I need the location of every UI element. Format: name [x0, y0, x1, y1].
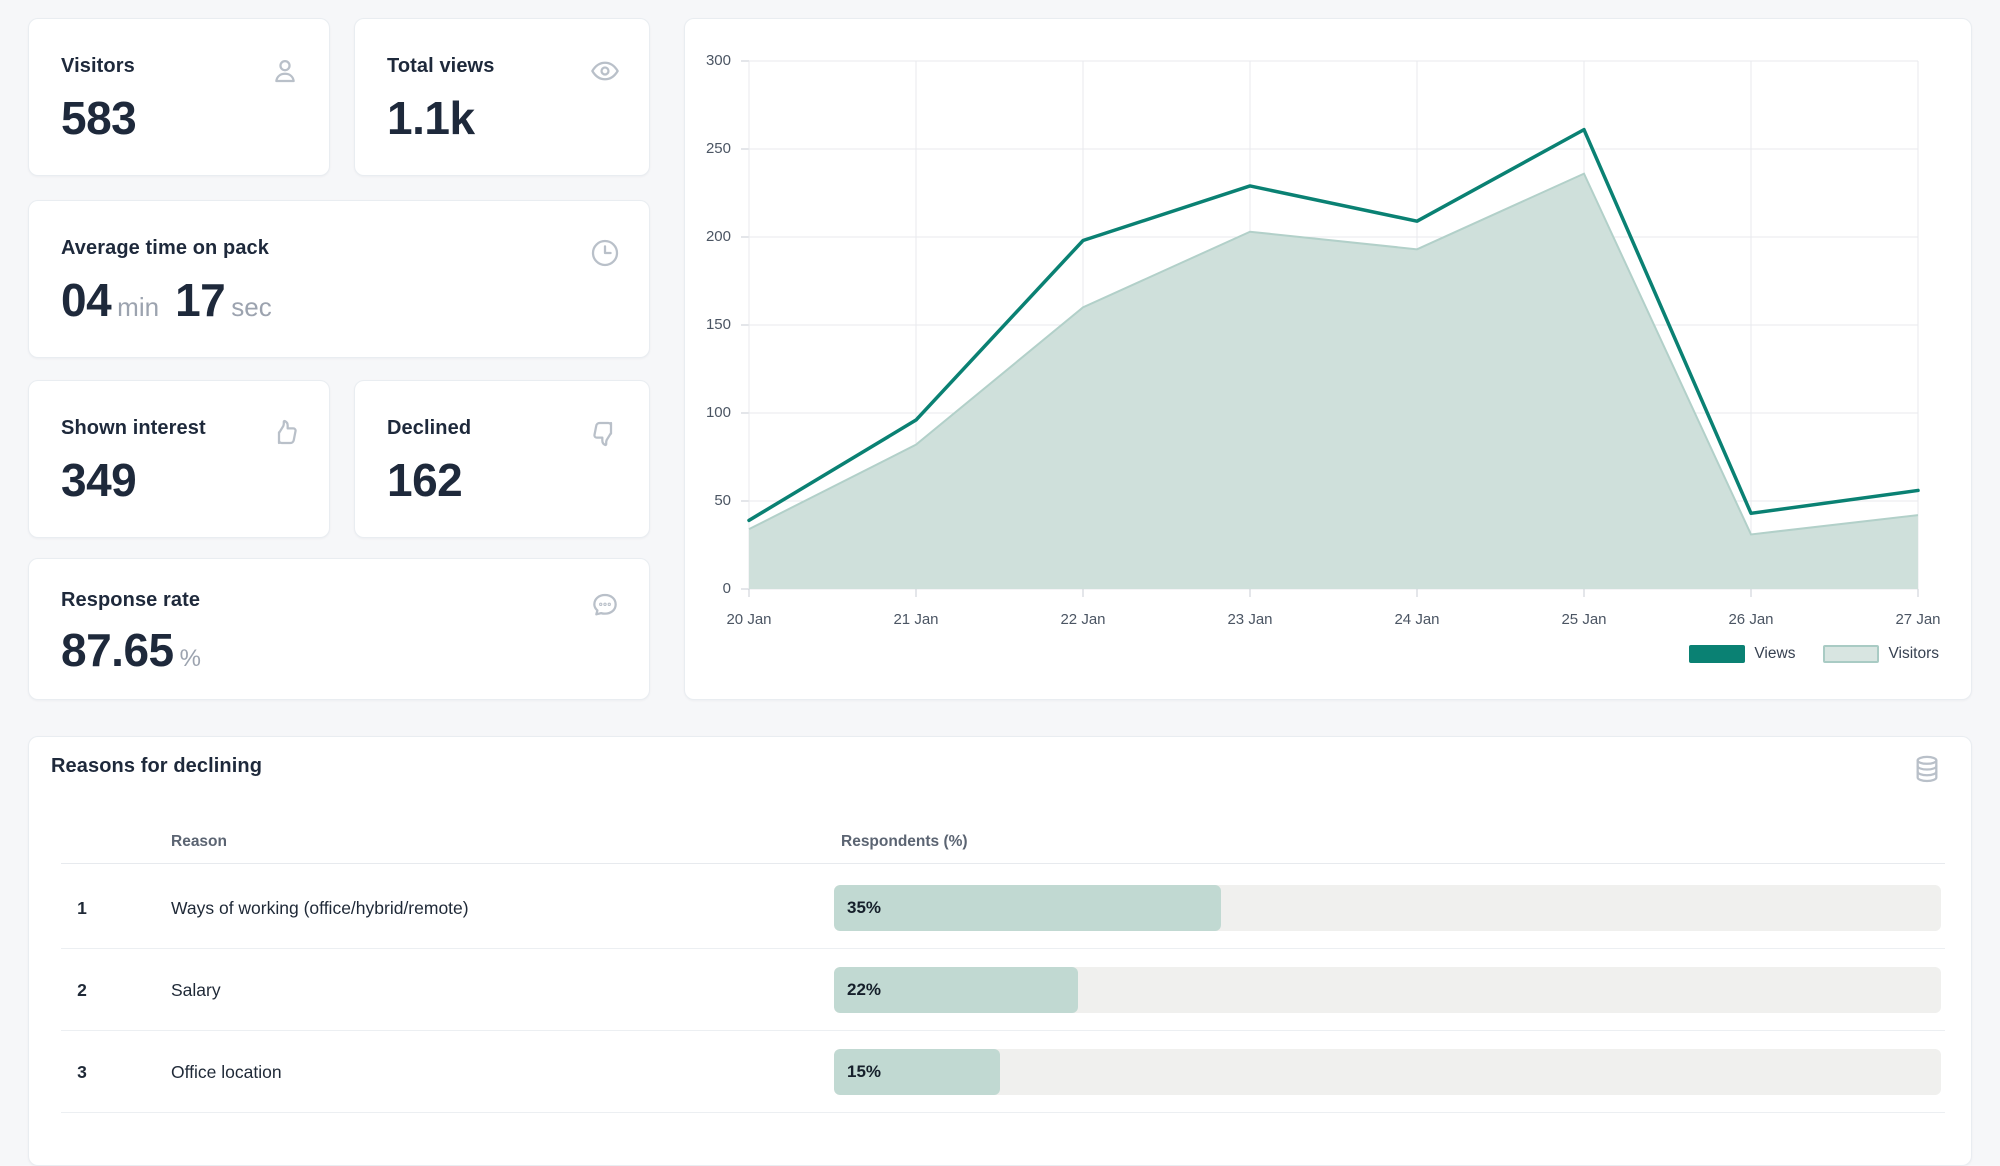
average-time-label: Average time on pack [61, 237, 269, 260]
y-tick-label: 300 [685, 52, 731, 70]
percent-bar-label: 15% [847, 1062, 881, 1082]
x-tick-label: 23 Jan [1205, 611, 1295, 628]
visitors-label: Visitors [61, 55, 135, 78]
database-icon [1911, 753, 1943, 785]
views-visitors-chart-card: 0 50 100 150 200 250 300 20 Jan 21 Jan 22 Jan 23 … [684, 18, 1972, 700]
table-row: 3 Office location 15% [29, 1031, 1971, 1113]
legend-label: Visitors [1888, 645, 1939, 663]
area-line-chart [749, 61, 1918, 589]
y-tick-label: 250 [685, 140, 731, 158]
reasons-for-declining-card: Reasons for declining Reason Respondents… [28, 736, 1972, 1166]
legend-swatch-views [1689, 645, 1745, 663]
x-tick-label: 20 Jan [704, 611, 794, 628]
row-rank: 3 [69, 1031, 95, 1113]
thumbs-down-icon [589, 417, 621, 449]
shown-interest-stat-card: Shown interest 349 [28, 380, 330, 538]
legend-swatch-visitors [1823, 645, 1879, 663]
user-icon [269, 55, 301, 87]
response-rate-label: Response rate [61, 589, 200, 612]
declined-value: 162 [387, 457, 462, 503]
declined-stat-card: Declined 162 [354, 380, 650, 538]
row-rank: 2 [69, 949, 95, 1031]
x-tick-label: 25 Jan [1539, 611, 1629, 628]
row-reason: Ways of working (office/hybrid/remote) [171, 867, 469, 949]
legend-label: Views [1754, 645, 1795, 663]
total-views-value: 1.1k [387, 95, 475, 141]
visitors-stat-card: Visitors 583 [28, 18, 330, 176]
total-views-stat-card: Total views 1.1k [354, 18, 650, 176]
chart-plot-area [749, 61, 1918, 589]
row-reason: Office location [171, 1031, 282, 1113]
table-row: 1 Ways of working (office/hybrid/remote) 3… [29, 867, 1971, 949]
x-tick-label: 24 Jan [1372, 611, 1462, 628]
chart-legend: Views Visitors [1671, 645, 1939, 663]
y-tick-label: 200 [685, 228, 731, 246]
percent-bar-track: 15% [834, 1049, 1941, 1095]
eye-icon [589, 55, 621, 87]
avg-time-seconds-unit: sec [231, 292, 271, 323]
percent-bar-label: 22% [847, 980, 881, 1000]
table-title: Reasons for declining [51, 755, 262, 778]
row-rank: 1 [69, 867, 95, 949]
percent-bar-fill: 22% [834, 967, 1078, 1013]
percent-bar-track: 22% [834, 967, 1941, 1013]
percent-bar-fill: 15% [834, 1049, 1000, 1095]
shown-interest-label: Shown interest [61, 417, 206, 440]
percent-bar-track: 35% [834, 885, 1941, 931]
declined-label: Declined [387, 417, 471, 440]
legend-item-visitors[interactable]: Visitors [1823, 645, 1939, 663]
average-time-stat-card: Average time on pack 04 min 17 sec [28, 200, 650, 358]
avg-time-minutes-unit: min [117, 292, 159, 323]
table-header-divider [61, 863, 1945, 864]
y-tick-label: 150 [685, 316, 731, 334]
visitors-area [749, 174, 1918, 589]
shown-interest-value: 349 [61, 457, 136, 503]
legend-item-views[interactable]: Views [1689, 645, 1795, 663]
percent-bar-fill: 35% [834, 885, 1221, 931]
total-views-label: Total views [387, 55, 494, 78]
response-rate-value: 87.65 [61, 627, 174, 673]
clock-icon [589, 237, 621, 269]
x-tick-label: 26 Jan [1706, 611, 1796, 628]
column-header-reason: Reason [171, 833, 227, 851]
avg-time-seconds: 17 [175, 277, 225, 323]
y-tick-label: 0 [685, 580, 731, 598]
row-reason: Salary [171, 949, 221, 1031]
percent-bar-label: 35% [847, 898, 881, 918]
thumbs-up-icon [269, 417, 301, 449]
y-tick-label: 50 [685, 492, 731, 510]
response-rate-stat-card: Response rate 87.65 % [28, 558, 650, 700]
x-tick-label: 22 Jan [1038, 611, 1128, 628]
x-tick-label: 21 Jan [871, 611, 961, 628]
table-row: 2 Salary 22% [29, 949, 1971, 1031]
visitors-value: 583 [61, 95, 136, 141]
avg-time-minutes: 04 [61, 277, 111, 323]
response-rate-unit: % [180, 645, 201, 673]
x-tick-label: 27 Jan [1873, 611, 1963, 628]
chat-bubble-icon [589, 589, 621, 621]
y-tick-label: 100 [685, 404, 731, 422]
column-header-respondents: Respondents (%) [841, 833, 968, 851]
row-divider [61, 1112, 1945, 1113]
